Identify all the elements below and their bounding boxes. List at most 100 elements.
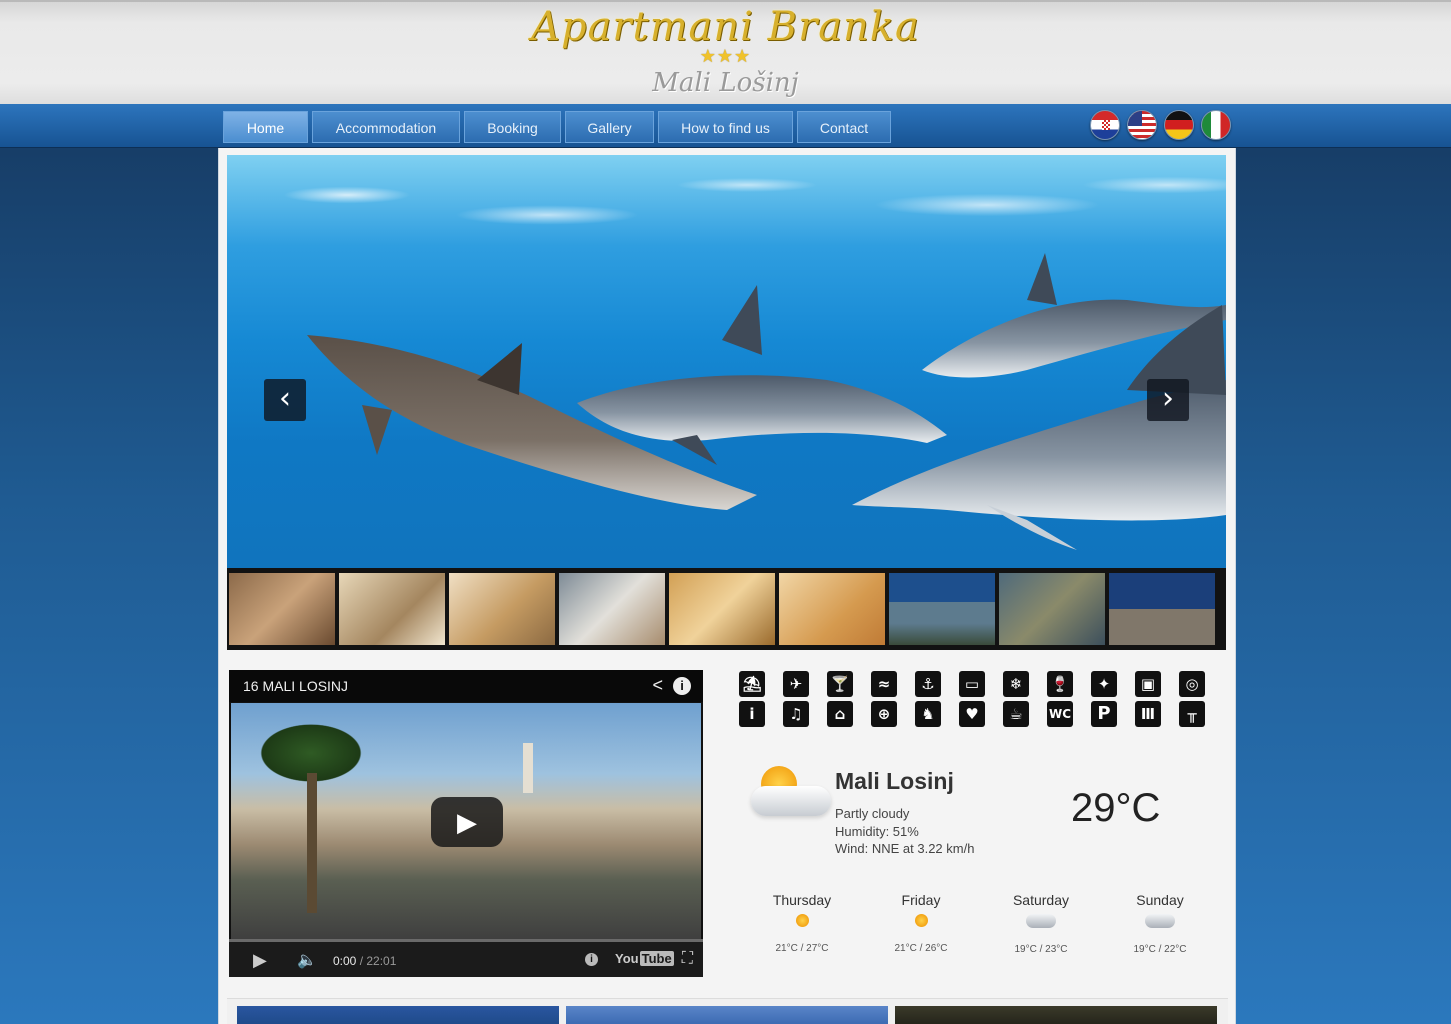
nav-accommodation[interactable]: Accommodation xyxy=(312,111,460,143)
tv-icon: ▭ xyxy=(959,671,985,697)
nav-booking[interactable]: Booking xyxy=(464,111,561,143)
forecast-saturday: Saturday 19°C / 23°C xyxy=(986,892,1096,955)
amenity-row-2: i ♫ ⌂ ⊕ ♞ ♥ ☕ WC P Ⅲ ╥ xyxy=(739,701,1219,727)
thumbnail-4[interactable] xyxy=(559,573,665,645)
nav-contact[interactable]: Contact xyxy=(797,111,891,143)
forecast-temps: 19°C / 22°C xyxy=(1133,944,1187,955)
bell-tower-image xyxy=(523,743,533,793)
beach-icon: ⛱ xyxy=(739,671,765,697)
parking-icon: P xyxy=(1091,701,1117,727)
play-icon[interactable]: ▶ xyxy=(253,950,267,971)
pets-icon: ♞ xyxy=(915,701,941,727)
wc-icon: WC xyxy=(1047,701,1073,727)
total-time: / 22:01 xyxy=(359,954,397,968)
feature-tile-1[interactable] xyxy=(237,1006,559,1024)
swimming-icon: ≈ xyxy=(871,671,897,697)
cloudy-icon xyxy=(1145,914,1175,928)
forecast-sunday: Sunday 19°C / 22°C xyxy=(1105,892,1215,955)
thumbnail-7[interactable] xyxy=(889,573,995,645)
youtube-logo-icon[interactable]: You Tube xyxy=(615,951,674,966)
youtube-logo-tube: Tube xyxy=(639,951,674,966)
safe-icon: ▣ xyxy=(1135,671,1161,697)
forecast-day-name: Sunday xyxy=(1136,892,1184,908)
weather-condition: Partly cloudy xyxy=(835,806,910,821)
weather-temperature: 29°C xyxy=(1071,786,1161,830)
satellite-icon: ✦ xyxy=(1091,671,1117,697)
cloudy-icon xyxy=(1026,914,1056,928)
airport-icon: ✈ xyxy=(783,671,809,697)
forecast-thursday: Thursday 21°C / 27°C xyxy=(747,892,857,954)
amenity-row-1: ⛱ ✈ 🍸 ≈ ⚓ ▭ ❄ 🍷 ✦ ▣ ◎ xyxy=(739,671,1219,697)
washing-icon: ♥ xyxy=(959,701,985,727)
forecast-temps: 21°C / 27°C xyxy=(775,943,829,954)
sunny-icon xyxy=(795,914,809,927)
thumbnail-6[interactable] xyxy=(779,573,885,645)
thumbnail-1[interactable] xyxy=(229,573,335,645)
thumbnail-2[interactable] xyxy=(339,573,445,645)
main-navigation: Home Accommodation Booking Gallery How t… xyxy=(0,104,1451,148)
slider-prev-button[interactable]: ‹ xyxy=(264,379,306,421)
forecast-temps: 19°C / 23°C xyxy=(1014,944,1068,955)
image-slider: ‹ › xyxy=(227,155,1226,568)
dolphins-image xyxy=(307,253,1226,550)
nav-gallery[interactable]: Gallery xyxy=(565,111,654,143)
thumbnail-8[interactable] xyxy=(999,573,1105,645)
info-icon[interactable]: i xyxy=(673,677,691,695)
play-icon[interactable]: ▶ xyxy=(431,797,503,847)
forecast-temps: 21°C / 26°C xyxy=(894,943,948,954)
forecast-day-name: Thursday xyxy=(772,892,832,908)
croatian-flag-icon[interactable] xyxy=(1090,110,1120,140)
site-logo-subtitle: Mali Lošinj xyxy=(652,68,799,98)
nav-how-to-find-us[interactable]: How to find us xyxy=(658,111,793,143)
slider-next-button[interactable]: › xyxy=(1147,379,1189,421)
youtube-video-player[interactable]: ▶ 16 MALI LOSINJ < i ▶ 🔈 0:00 / 22:01 i … xyxy=(229,670,703,977)
house-icon: ⌂ xyxy=(827,701,853,727)
thumbnail-5[interactable] xyxy=(669,573,775,645)
share-icon[interactable]: < xyxy=(652,675,663,696)
youtube-logo-you: You xyxy=(615,951,639,966)
thumbnail-9[interactable] xyxy=(1109,573,1215,645)
cloud-shape xyxy=(751,786,831,816)
video-title[interactable]: 16 MALI LOSINJ xyxy=(243,678,348,694)
air-conditioning-icon: ❄ xyxy=(1003,671,1029,697)
forecast-day-name: Friday xyxy=(901,892,941,908)
rating-stars: ★★★ xyxy=(699,46,752,66)
video-time: 0:00 / 22:01 xyxy=(333,954,396,968)
forecast-friday: Friday 21°C / 26°C xyxy=(866,892,976,954)
partly-cloudy-icon xyxy=(747,764,833,824)
weather-city: Mali Losinj xyxy=(835,768,954,794)
volume-icon[interactable]: 🔈 xyxy=(297,950,317,970)
laundry-icon: ◎ xyxy=(1179,671,1205,697)
bar-icon: 🍸 xyxy=(827,671,853,697)
feature-tile-2[interactable] xyxy=(566,1006,888,1024)
kettle-icon: ☕ xyxy=(1003,701,1029,727)
weather-humidity: Humidity: 51% xyxy=(835,824,919,839)
music-icon: ♫ xyxy=(783,701,809,727)
thumbnail-strip xyxy=(227,568,1226,650)
nav-home[interactable]: Home xyxy=(223,111,308,143)
video-title-bar: 16 MALI LOSINJ < i xyxy=(229,670,703,702)
video-controls: ▶ 🔈 0:00 / 22:01 i You Tube ⛶ xyxy=(229,939,703,977)
us-flag-icon[interactable] xyxy=(1127,110,1157,140)
fullscreen-icon[interactable]: ⛶ xyxy=(682,950,693,968)
wine-icon: 🍷 xyxy=(1047,671,1073,697)
site-header: Apartmani Branka ★★★ Mali Lošinj xyxy=(0,0,1451,104)
sunny-icon xyxy=(914,914,928,927)
content-panel: ‹ › ▶ 16 MALI LOSINJ < i ▶ 🔈 0:00 / 22:0… xyxy=(218,148,1236,1024)
forecast-day-name: Saturday xyxy=(1012,892,1070,908)
weather-wind: Wind: NNE at 3.22 km/h xyxy=(835,841,975,856)
picnic-icon: ╥ xyxy=(1179,701,1205,727)
info-icon: i xyxy=(739,701,765,727)
feature-tile-3[interactable] xyxy=(895,1006,1217,1024)
palm-tree-image xyxy=(241,713,391,913)
diving-icon: ⚓ xyxy=(915,671,941,697)
site-logo-title[interactable]: Apartmani Branka xyxy=(0,4,1451,50)
video-thumbnail[interactable]: ▶ xyxy=(231,703,701,939)
thumbnail-3[interactable] xyxy=(449,573,555,645)
italian-flag-icon[interactable] xyxy=(1201,110,1231,140)
current-time: 0:00 xyxy=(333,954,357,968)
stroller-icon: ⊕ xyxy=(871,701,897,727)
radiator-icon: Ⅲ xyxy=(1135,701,1161,727)
annotations-icon[interactable]: i xyxy=(585,953,598,966)
german-flag-icon[interactable] xyxy=(1164,110,1194,140)
